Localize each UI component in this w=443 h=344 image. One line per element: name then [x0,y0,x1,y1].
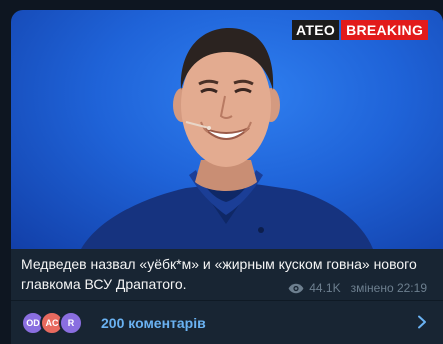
edited-timestamp: змінено 22:19 [350,281,427,295]
man-portrait-illustration [81,28,373,249]
comments-button[interactable]: OD AC R 200 коментарів [11,301,443,344]
chevron-right-icon [418,315,426,329]
comments-count-label: 200 коментарів [101,314,206,331]
view-count: 44.1K [309,281,341,295]
post-meta: 44.1K змінено 22:19 [288,280,432,296]
breaking-badge: BREAKING [341,20,429,40]
post-photo[interactable]: ATEO BREAKING [11,10,443,249]
channel-post: ATEO BREAKING Медведев назвал «уёбк*м» и… [11,10,443,344]
commenter-avatars: OD AC R [21,310,87,335]
eye-icon [288,283,304,293]
brand-logo-text: ATEO [292,20,340,40]
breaking-news-logo: ATEO BREAKING [292,20,429,40]
avatar: R [59,310,83,335]
